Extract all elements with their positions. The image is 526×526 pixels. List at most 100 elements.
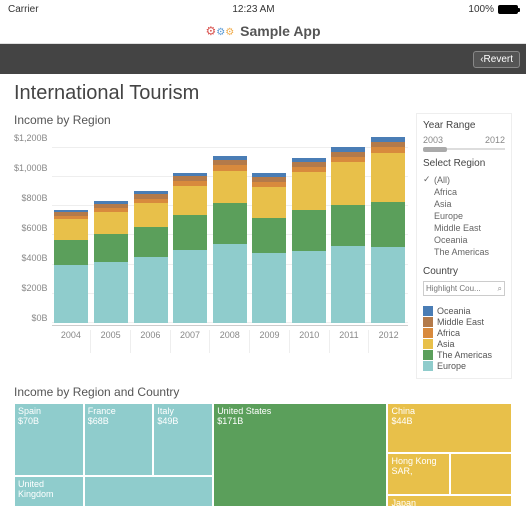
swatch-icon [423,361,433,371]
bar-seg-asia[interactable] [134,203,168,226]
chart-title: Income by Region [14,113,408,127]
bar-seg-asia[interactable] [292,172,326,210]
bar-col[interactable] [134,191,168,323]
bar-seg-asia[interactable] [213,171,247,203]
bar-seg-the-americas[interactable] [134,227,168,258]
region-label: Middle East [434,223,481,233]
bar-seg-europe[interactable] [331,246,365,323]
treemap-cell[interactable]: United States$171B [213,403,387,507]
bar-seg-the-americas[interactable] [173,215,207,250]
swatch-icon [423,339,433,349]
x-tick: 2007 [171,330,211,353]
y-tick: $200B [22,283,48,293]
bar-col[interactable] [213,156,247,323]
x-tick: 2006 [131,330,171,353]
region-item[interactable]: ✓(All) [423,173,505,186]
battery-percent: 100% [468,4,494,15]
bar-seg-europe[interactable] [134,257,168,323]
revert-button[interactable]: ‹Revert [473,51,520,68]
battery-icon [498,5,518,14]
swatch-icon [423,317,433,327]
bar-seg-asia[interactable] [331,162,365,204]
toolbar: ‹Revert [0,44,526,74]
bar-seg-the-americas[interactable] [213,203,247,244]
bar-seg-asia[interactable] [54,219,88,239]
treemap-cell[interactable]: Spain$70B [14,403,84,476]
bar-col[interactable] [252,173,286,323]
bar-seg-the-americas[interactable] [331,205,365,246]
bar-seg-europe[interactable] [173,250,207,323]
legend-item[interactable]: Asia [423,339,505,349]
bar-seg-europe[interactable] [252,253,286,323]
legend-item[interactable]: Middle East [423,317,505,327]
region-item[interactable]: Asia [423,198,505,210]
filter-panel: Year Range 2003 2012 Select Region ✓(All… [416,113,512,379]
search-icon[interactable]: ⌕ [498,284,502,294]
x-tick: 2010 [290,330,330,353]
bar-seg-asia[interactable] [371,153,405,201]
legend-item[interactable]: The Americas [423,350,505,360]
legend-label: Middle East [437,317,484,327]
legend-item[interactable]: Oceania [423,306,505,316]
dashboard-title: International Tourism [14,82,512,105]
region-list: ✓(All)AfricaAsiaEuropeMiddle East Oceania… [423,173,505,258]
x-tick: 2012 [369,330,408,353]
swatch-icon [423,350,433,360]
bar-seg-europe[interactable] [371,247,405,323]
treemap-cell[interactable]: China$44B [387,403,512,453]
year-range-slider[interactable] [423,148,505,150]
bar-seg-the-americas[interactable] [292,210,326,251]
bar-col[interactable] [292,158,326,323]
treemap-title: Income by Region and Country [14,385,512,399]
treemap-cell[interactable]: United Kingdom [14,476,84,507]
y-tick: $400B [22,253,48,263]
treemap-cell[interactable] [450,453,512,495]
bar-seg-europe[interactable] [292,251,326,323]
treemap-cell[interactable] [84,476,213,507]
region-item[interactable]: Middle East [423,222,505,234]
treemap-cell[interactable]: France$68B [84,403,154,476]
bar-seg-europe[interactable] [213,244,247,323]
logo-icon: ⚙⚙⚙ [205,22,234,40]
year-range-label: Year Range [423,120,505,131]
y-tick: $600B [22,223,48,233]
income-treemap[interactable]: Spain$70BFrance$68BItaly$49B United Kingd… [14,403,512,507]
legend-label: Europe [437,361,466,371]
x-tick: 2008 [210,330,250,353]
legend-item[interactable]: Africa [423,328,505,338]
bar-seg-europe[interactable] [94,262,128,323]
bar-col[interactable] [173,173,207,323]
bar-seg-asia[interactable] [94,212,128,234]
bars [52,133,408,323]
bar-seg-europe[interactable] [54,265,88,323]
treemap-cell[interactable]: Hong Kong SAR, [387,453,449,495]
region-label: Oceania [434,235,468,245]
bar-col[interactable] [371,137,405,323]
treemap-cell[interactable]: Japan [387,495,512,507]
bar-seg-asia[interactable] [173,186,207,215]
app-title: Sample App [240,23,320,39]
region-item[interactable]: The Americas [423,246,505,258]
y-axis: $1,200B$1,000B$800B$600B$400B$200B$0B [14,133,52,323]
y-tick: $0B [32,313,48,323]
app-header: ⚙⚙⚙ Sample App [0,18,526,44]
bar-seg-the-americas[interactable] [371,202,405,247]
x-tick: 2005 [91,330,131,353]
bar-col[interactable] [54,210,88,323]
bar-col[interactable] [331,147,365,323]
region-item[interactable]: Africa [423,186,505,198]
bar-seg-the-americas[interactable] [94,234,128,262]
income-by-region-chart[interactable]: Income by Region $1,200B$1,000B$800B$600… [14,113,408,379]
legend-item[interactable]: Europe [423,361,505,371]
bar-seg-the-americas[interactable] [252,218,286,253]
treemap-cell[interactable]: Italy$49B [153,403,213,476]
bar-seg-the-americas[interactable] [54,240,88,265]
check-icon: ✓ [423,174,431,185]
country-input[interactable] [423,281,505,296]
x-axis: 200420052006200720082009201020112012 [52,325,408,353]
region-item[interactable]: Oceania [423,234,505,246]
bar-col[interactable] [94,201,128,323]
bar-seg-asia[interactable] [252,187,286,218]
status-right: 100% [468,4,518,15]
region-item[interactable]: Europe [423,210,505,222]
